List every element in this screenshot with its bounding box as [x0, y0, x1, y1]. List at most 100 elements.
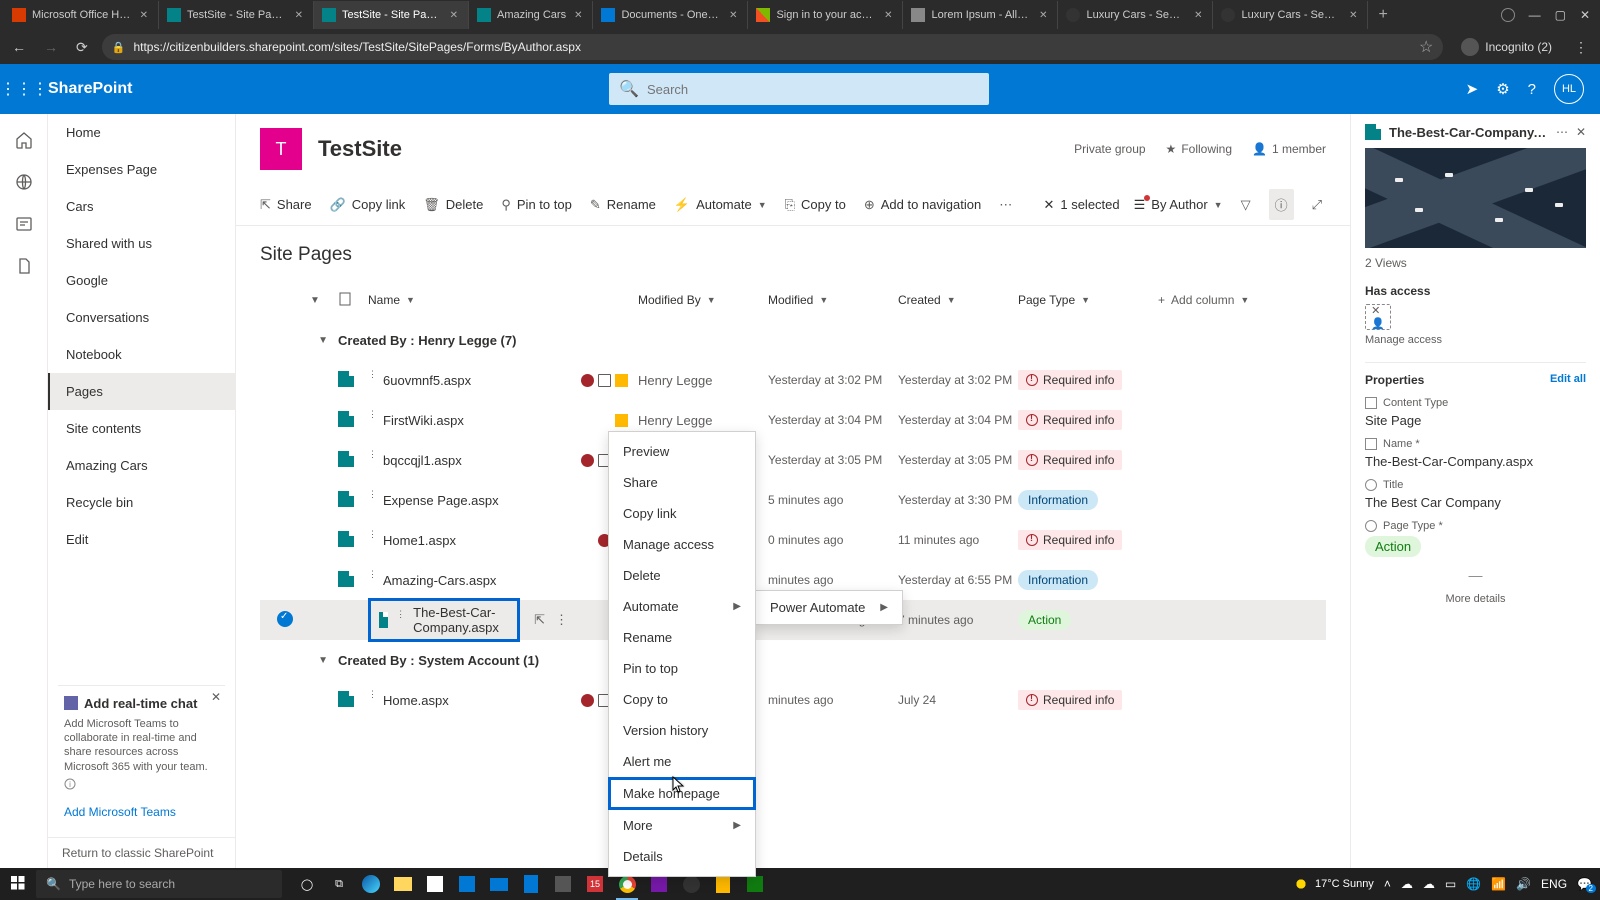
close-icon[interactable]: ✕: [1037, 10, 1049, 21]
files-icon[interactable]: [14, 256, 34, 276]
modified-by-cell[interactable]: Henry Legge: [638, 373, 768, 388]
ctx-copyto[interactable]: Copy to: [609, 684, 755, 715]
row-checkbox[interactable]: [277, 611, 293, 627]
ctx-rename[interactable]: Rename: [609, 622, 755, 653]
pagetype-cell[interactable]: Information: [1018, 570, 1158, 590]
tab-amazing[interactable]: Amazing Cars✕: [469, 1, 593, 29]
pagetype-cell[interactable]: Required info: [1018, 530, 1158, 550]
table-row[interactable]: ⋮Home.aspx minutes ago July 24 Required …: [260, 680, 1326, 720]
file-name-link[interactable]: Home1.aspx: [383, 533, 456, 548]
nav-pages[interactable]: Pages: [48, 373, 235, 410]
onedrive-tray-icon[interactable]: ☁: [1401, 877, 1413, 891]
ctx-makehomepage[interactable]: Make homepage: [608, 777, 756, 810]
ctx-more[interactable]: More▶: [609, 810, 755, 841]
close-icon[interactable]: ✕: [293, 10, 305, 21]
menu-icon[interactable]: ⋮: [1570, 35, 1592, 60]
access-principal-icon[interactable]: ✕👤: [1365, 304, 1391, 330]
tab-office[interactable]: Microsoft Office Home✕: [4, 1, 159, 29]
pagetype-cell[interactable]: Action: [1018, 610, 1158, 630]
tab-luxury1[interactable]: Luxury Cars - Sedans,✕: [1058, 1, 1213, 29]
settings-icon[interactable]: ⚙: [1496, 80, 1509, 98]
search-input[interactable]: [647, 82, 979, 97]
file-name-link[interactable]: bqccqjl1.aspx: [383, 453, 462, 468]
close-icon[interactable]: ✕: [1043, 197, 1054, 213]
bookmark-icon[interactable]: ☆: [1419, 37, 1433, 57]
share-icon[interactable]: ⇱: [534, 612, 545, 628]
ctx-alertme[interactable]: Alert me: [609, 746, 755, 777]
new-tab-button[interactable]: +: [1368, 6, 1397, 24]
user-menu-icon[interactable]: [1501, 8, 1515, 22]
chevron-down-icon[interactable]: ▼: [260, 655, 338, 666]
filter-icon[interactable]: ▽: [1237, 193, 1255, 217]
volume-icon[interactable]: 🔊: [1516, 877, 1531, 891]
cmd-share[interactable]: ⇱Share: [260, 197, 312, 213]
prop-value[interactable]: Site Page: [1365, 413, 1586, 428]
file-name-link[interactable]: Home.aspx: [383, 693, 449, 708]
calc-icon[interactable]: [516, 868, 546, 900]
cmd-addnav[interactable]: ⊕Add to navigation: [864, 197, 981, 213]
network-icon[interactable]: 🌐: [1466, 877, 1481, 891]
ctx-automate[interactable]: Automate▶: [609, 591, 755, 622]
group-header-2[interactable]: ▼ Created By : System Account (1): [260, 640, 1326, 680]
close-icon[interactable]: ✕: [211, 690, 221, 704]
file-name-link[interactable]: The-Best-Car-Company.aspx: [413, 605, 509, 635]
reload-button[interactable]: ⟳: [72, 35, 92, 60]
language-indicator[interactable]: ENG: [1541, 877, 1567, 891]
home-icon[interactable]: [14, 130, 34, 150]
onedrive-tray-icon[interactable]: ☁: [1423, 877, 1435, 891]
col-modified[interactable]: Modified▼: [768, 293, 898, 307]
cmd-more[interactable]: ⋯: [999, 197, 1012, 213]
nav-edit[interactable]: Edit: [48, 521, 235, 558]
search-box[interactable]: 🔍: [609, 73, 989, 105]
prop-value[interactable]: Action: [1365, 536, 1586, 557]
minimize-icon[interactable]: —: [1529, 8, 1541, 22]
explorer-icon[interactable]: [388, 868, 418, 900]
nav-shared[interactable]: Shared with us: [48, 225, 235, 262]
ctx-delete[interactable]: Delete: [609, 560, 755, 591]
classic-link[interactable]: Return to classic SharePoint: [48, 837, 235, 868]
nav-notebook[interactable]: Notebook: [48, 336, 235, 373]
chevron-up-icon[interactable]: ˄: [1384, 877, 1391, 891]
col-created[interactable]: Created▼: [898, 293, 1018, 307]
cmd-automate[interactable]: ⚡Automate▼: [674, 197, 767, 213]
close-icon[interactable]: ✕: [138, 10, 150, 21]
help-icon[interactable]: ?: [1528, 81, 1536, 98]
app-icon[interactable]: [548, 868, 578, 900]
pagetype-cell[interactable]: Required info: [1018, 690, 1158, 710]
app-icon[interactable]: 15: [580, 868, 610, 900]
file-name-link[interactable]: FirstWiki.aspx: [383, 413, 464, 428]
tab-signin[interactable]: Sign in to your account✕: [748, 1, 903, 29]
weather-widget[interactable]: 17°C Sunny: [1293, 876, 1374, 892]
news-icon[interactable]: [14, 214, 34, 234]
expand-icon[interactable]: ⤢: [1308, 193, 1326, 217]
close-icon[interactable]: ✕: [572, 10, 584, 21]
close-window-icon[interactable]: ✕: [1580, 8, 1590, 22]
modified-by-cell[interactable]: Henry Legge: [638, 413, 768, 428]
more-details-link[interactable]: More details: [1365, 593, 1586, 605]
prop-value[interactable]: The Best Car Company: [1365, 495, 1586, 510]
pagetype-cell[interactable]: Required info: [1018, 450, 1158, 470]
prop-value[interactable]: The-Best-Car-Company.aspx: [1365, 454, 1586, 469]
table-row[interactable]: ⋮bqccqjl1.aspx Yesterday at 3:05 PM Yest…: [260, 440, 1326, 480]
ctx-manageaccess[interactable]: Manage access: [609, 529, 755, 560]
ctx-copylink[interactable]: Copy link: [609, 498, 755, 529]
table-row[interactable]: ⋮FirstWiki.aspx Henry Legge Yesterday at…: [260, 400, 1326, 440]
file-name-link[interactable]: 6uovmnf5.aspx: [383, 373, 471, 388]
cortana-icon[interactable]: ◯: [292, 868, 322, 900]
tab-lorem[interactable]: Lorem Ipsum - All the✕: [903, 1, 1058, 29]
close-icon[interactable]: ✕: [727, 10, 739, 21]
tab-onedrive[interactable]: Documents - OneDrive✕: [593, 1, 748, 29]
close-icon[interactable]: ✕: [1576, 125, 1586, 139]
nav-recycle[interactable]: Recycle bin: [48, 484, 235, 521]
members-link[interactable]: 👤1 member: [1252, 142, 1326, 156]
cmd-copylink[interactable]: 🔗Copy link: [330, 197, 406, 213]
info-icon[interactable]: ⓘ: [1269, 189, 1294, 220]
maximize-icon[interactable]: ▢: [1555, 8, 1566, 22]
app-launcher-icon[interactable]: ⋮⋮⋮: [0, 79, 48, 99]
add-column-button[interactable]: + Add column ▼: [1158, 293, 1249, 307]
chevron-down-icon[interactable]: ▼: [260, 335, 338, 346]
selection-count[interactable]: ✕1 selected: [1043, 197, 1119, 213]
user-avatar[interactable]: HL: [1554, 74, 1584, 104]
cmd-delete[interactable]: 🗑Delete: [423, 197, 483, 213]
nav-cars[interactable]: Cars: [48, 188, 235, 225]
